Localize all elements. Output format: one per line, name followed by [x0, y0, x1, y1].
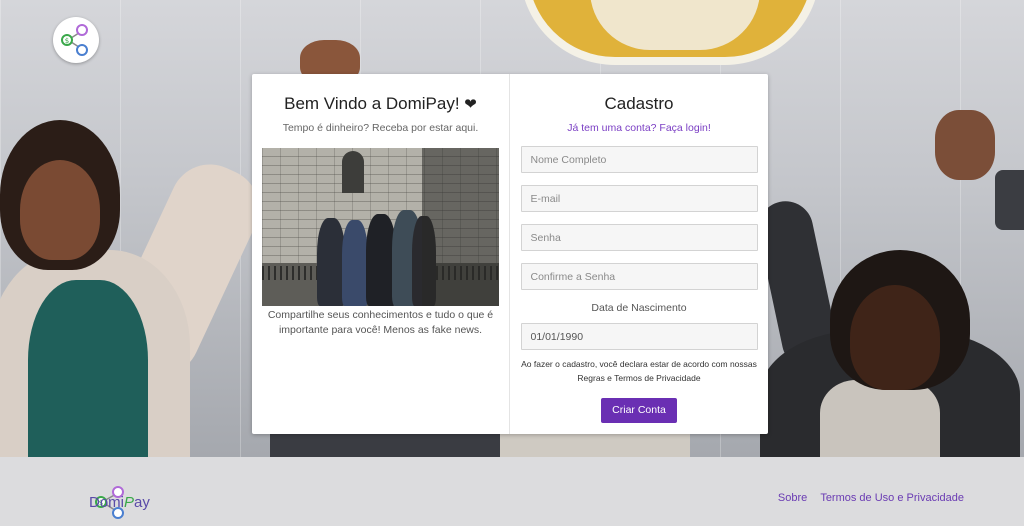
welcome-caption: Compartilhe seus conhecimentos e tudo o … — [267, 309, 494, 336]
domipay-logo-icon[interactable]: $ — [53, 17, 99, 63]
photo-shadow — [422, 148, 499, 306]
full-name-input[interactable] — [520, 146, 758, 173]
footer-brand-name: DomiPay — [89, 494, 150, 511]
person-right-shirt — [820, 380, 940, 457]
welcome-title: Bem Vindo a DomiPay! ❤ — [262, 94, 499, 114]
heart-icon: ❤ — [464, 96, 477, 113]
logo-graphic: $ — [61, 24, 88, 56]
brand-p: P — [124, 494, 135, 511]
group-selfie-photo — [262, 148, 499, 306]
person-right-sleeve — [995, 170, 1024, 230]
birthdate-input[interactable] — [520, 323, 758, 350]
brand-prefix: Domi — [89, 494, 125, 511]
person-left-shirt — [28, 280, 148, 457]
footer-link-terms[interactable]: Termos de Uso e Privacidade — [820, 492, 964, 504]
create-account-button[interactable]: Criar Conta — [601, 398, 677, 423]
welcome-subtitle: Tempo é dinheiro? Receba por estar aqui. — [282, 122, 479, 134]
footer-links: Sobre Termos de Uso e Privacidade — [768, 492, 964, 504]
signup-panel: Cadastro Já tem uma conta? Faça login! D… — [510, 74, 768, 434]
login-link[interactable]: Já tem uma conta? Faça login! — [567, 122, 711, 134]
welcome-title-text: Bem Vindo a DomiPay! — [284, 94, 460, 113]
signup-title: Cadastro — [604, 94, 674, 113]
photo-window — [342, 151, 364, 193]
photo-person — [317, 218, 345, 306]
person-left-face — [20, 160, 100, 260]
person-right-face — [850, 285, 940, 390]
password-input[interactable] — [520, 224, 758, 251]
footer-link-about[interactable]: Sobre — [778, 492, 807, 504]
terms-notice: Ao fazer o cadastro, você declara estar … — [521, 359, 757, 383]
confirm-password-input[interactable] — [520, 263, 758, 290]
birthdate-label: Data de Nascimento — [591, 302, 687, 314]
footer: $ DomiPay Sobre Termos de Uso e Privacid… — [0, 457, 1024, 526]
person-right-hand — [935, 110, 995, 180]
photo-person — [342, 220, 368, 306]
email-input[interactable] — [520, 185, 758, 212]
svg-text:$: $ — [65, 37, 69, 45]
welcome-signup-card: Bem Vindo a DomiPay! ❤ Tempo é dinheiro?… — [252, 74, 768, 434]
brand-suffix: ay — [134, 494, 150, 511]
welcome-panel: Bem Vindo a DomiPay! ❤ Tempo é dinheiro?… — [252, 74, 510, 434]
